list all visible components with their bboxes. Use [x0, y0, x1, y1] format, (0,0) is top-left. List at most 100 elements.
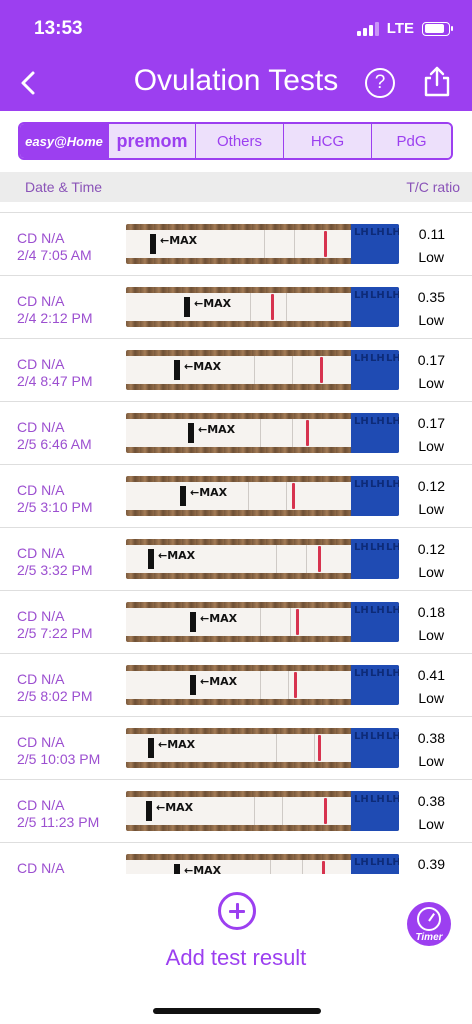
strip-max-label: MAX: [209, 612, 238, 625]
test-timestamp: 2/5 10:03 PM: [17, 751, 101, 767]
strip-window-edge: [276, 545, 277, 573]
test-strip-photo[interactable]: ←MAX LH LH LH: [126, 224, 399, 264]
strip-marker: [148, 549, 154, 569]
cycle-day-label: CD N/A: [17, 293, 65, 309]
battery-level: [424, 24, 445, 33]
cycle-day-label: CD N/A: [17, 230, 65, 246]
strip-max-label: MAX: [193, 864, 222, 874]
test-date-time: CD N/A 2/5 3:10 PM: [17, 482, 93, 516]
test-row[interactable]: CD N/A 2/5 10:03 PM ←MAX LH LH LH 0.38 Low: [0, 716, 472, 779]
strip-handle: LH LH LH: [351, 602, 399, 642]
strip-lh-label: LH: [354, 227, 369, 238]
test-strip-photo[interactable]: ←MAX LH LH LH: [126, 665, 399, 705]
test-strip-photo[interactable]: ←MAX LH LH LH: [126, 791, 399, 831]
premom-logo: premom: [116, 130, 188, 151]
tc-ratio-column-header: T/C ratio: [406, 179, 460, 195]
timer-icon: [417, 907, 441, 931]
test-strip-photo[interactable]: ←MAX LH LH LH: [126, 287, 399, 327]
tab-label-hcg: HCG: [310, 132, 345, 150]
home-indicator: [153, 1008, 321, 1014]
strip-lh-label: LH: [370, 290, 385, 301]
strip-max-label: MAX: [209, 675, 238, 688]
strip-lh-label: LH: [386, 353, 399, 364]
test-row[interactable]: CD N/A 2/5 6:46 AM ←MAX LH LH LH 0.17 Low: [0, 401, 472, 464]
tc-ratio-value: 0.12: [417, 478, 445, 494]
strip-lh-label: LH: [354, 794, 369, 805]
strip-max-arrow: ←MAX: [158, 738, 195, 751]
tc-ratio-value: 0.38: [417, 730, 445, 746]
lh-level-label: Low: [418, 816, 444, 832]
tab-easy-at-home[interactable]: easy@Home: [20, 124, 109, 158]
tab-premom[interactable]: premom: [109, 124, 196, 158]
test-result-list[interactable]: CD N/A 2/4 7:05 AM ←MAX LH LH LH 0.11 Low CD N/A…: [0, 212, 472, 874]
test-row[interactable]: CD N/A 2/5 8:02 PM ←MAX LH LH LH 0.41 Low: [0, 653, 472, 716]
strip-window-edge: [276, 734, 277, 762]
test-strip-photo[interactable]: ←MAX LH LH LH: [126, 413, 399, 453]
left-arrow-icon: ←: [156, 801, 166, 814]
left-arrow-icon: ←: [158, 549, 168, 562]
tab-hcg[interactable]: HCG: [284, 124, 372, 158]
strip-lh-label: LH: [386, 794, 399, 805]
test-row[interactable]: CD N/A 2/4 2:12 PM ←MAX LH LH LH 0.35 Low: [0, 275, 472, 338]
control-line: [292, 483, 295, 509]
tab-pdg[interactable]: PdG: [372, 124, 451, 158]
strip-lh-label: LH: [354, 542, 369, 553]
strip-lh-label: LH: [386, 227, 399, 238]
strip-lh-label: LH: [386, 542, 399, 553]
left-arrow-icon: ←: [198, 423, 208, 436]
left-arrow-icon: ←: [158, 738, 168, 751]
cycle-day-label: CD N/A: [17, 356, 65, 372]
left-arrow-icon: ←: [160, 234, 170, 247]
test-date-time: CD N/A 2/4 2:12 PM: [17, 293, 93, 327]
strip-handle: LH LH LH: [351, 224, 399, 264]
test-strip-photo[interactable]: ←MAX LH LH LH: [126, 728, 399, 768]
add-test-result-button[interactable]: Add test result: [0, 945, 472, 971]
add-circle-icon[interactable]: [218, 892, 256, 930]
control-line: [324, 231, 327, 257]
lh-level-label: Low: [418, 627, 444, 643]
strip-handle: LH LH LH: [351, 728, 399, 768]
page-title: Ovulation Tests: [133, 64, 339, 97]
strip-lh-label: LH: [386, 290, 399, 301]
signal-icon: [356, 21, 379, 36]
strip-lh-label: LH: [354, 416, 369, 427]
strip-handle: LH LH LH: [351, 413, 399, 453]
share-icon[interactable]: [422, 65, 452, 97]
test-row[interactable]: CD N/A 2/5 3:32 PM ←MAX LH LH LH 0.12 Low: [0, 527, 472, 590]
test-row[interactable]: CD N/A 2/5 3:10 PM ←MAX LH LH LH 0.12 Low: [0, 464, 472, 527]
test-date-time: CD N/A: [17, 860, 64, 874]
strip-max-label: MAX: [169, 234, 198, 247]
timer-button[interactable]: Timer: [407, 902, 451, 946]
test-strip-photo[interactable]: ←MAX LH LH LH: [126, 602, 399, 642]
test-strip-photo[interactable]: ←MAX LH LH LH: [126, 854, 399, 874]
test-row[interactable]: CD N/A ←MAX LH LH LH 0.39: [0, 842, 472, 874]
strip-max-label: MAX: [167, 549, 196, 562]
footer: Add test result Timer: [0, 874, 472, 1024]
strip-lh-label: LH: [370, 353, 385, 364]
test-row[interactable]: CD N/A 2/4 8:47 PM ←MAX LH LH LH 0.17 Low: [0, 338, 472, 401]
strip-max-arrow: ←MAX: [160, 234, 197, 247]
battery-icon: [422, 21, 453, 36]
test-strip-photo[interactable]: ←MAX LH LH LH: [126, 350, 399, 390]
network-label: LTE: [386, 20, 414, 37]
strip-max-arrow: ←MAX: [200, 675, 237, 688]
left-arrow-icon: ←: [190, 486, 200, 499]
strip-max-arrow: ←MAX: [190, 486, 227, 499]
strip-lh-label: LH: [386, 668, 399, 679]
strip-lh-label: LH: [386, 857, 399, 868]
help-button[interactable]: ?: [365, 68, 395, 98]
tab-others[interactable]: Others: [196, 124, 284, 158]
tc-ratio-value: 0.11: [418, 226, 445, 242]
cycle-day-label: CD N/A: [17, 734, 65, 750]
strip-max-label: MAX: [199, 486, 228, 499]
strip-handle: LH LH LH: [351, 350, 399, 390]
test-strip-photo[interactable]: ←MAX LH LH LH: [126, 476, 399, 516]
test-row[interactable]: CD N/A 2/4 7:05 AM ←MAX LH LH LH 0.11 Low: [0, 212, 472, 275]
strip-lh-label: LH: [354, 731, 369, 742]
lh-level-label: Low: [418, 249, 444, 265]
test-date-time: CD N/A 2/5 8:02 PM: [17, 671, 93, 705]
test-row[interactable]: CD N/A 2/5 7:22 PM ←MAX LH LH LH 0.18 Low: [0, 590, 472, 653]
test-strip-photo[interactable]: ←MAX LH LH LH: [126, 539, 399, 579]
test-row[interactable]: CD N/A 2/5 11:23 PM ←MAX LH LH LH 0.38 Low: [0, 779, 472, 842]
tc-ratio-value: 0.35: [417, 289, 445, 305]
